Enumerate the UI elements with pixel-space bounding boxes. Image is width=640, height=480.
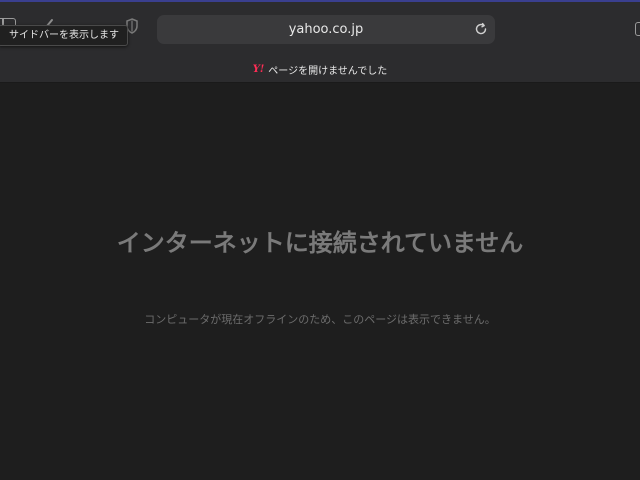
yahoo-favicon-icon: Y! <box>252 63 265 75</box>
url-text[interactable]: yahoo.co.jp <box>157 15 495 44</box>
tab-active[interactable]: Y! ページを開けませんでした <box>0 56 640 82</box>
page-content <box>0 83 640 480</box>
toolbar: yahoo.co.jp サイドバーを表示します <box>0 2 640 56</box>
error-description: コンピュータが現在オフラインのため、このページは表示できません。 <box>144 313 496 326</box>
error-title: インターネットに接続されていません <box>116 229 524 257</box>
address-bar[interactable]: yahoo.co.jp <box>157 15 495 44</box>
tab-overview-icon[interactable] <box>635 22 640 36</box>
tab-title: ページを開けませんでした <box>268 65 388 77</box>
reload-icon[interactable] <box>473 21 489 37</box>
tab-bar: Y! ページを開けませんでした <box>0 56 640 83</box>
browser-window: yahoo.co.jp サイドバーを表示します Y! ページを開けませんでした … <box>0 0 640 480</box>
sidebar-tooltip: サイドバーを表示します <box>0 25 128 46</box>
